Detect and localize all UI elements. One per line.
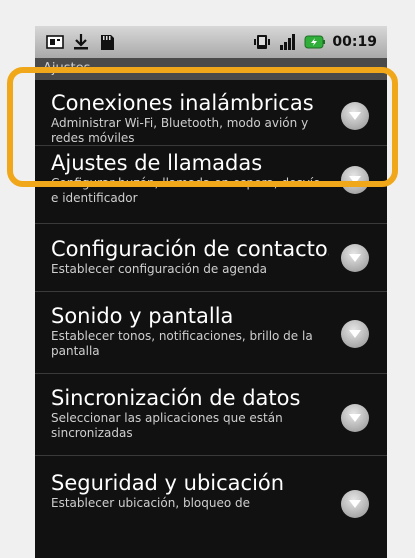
chevron-down-icon[interactable]	[341, 320, 369, 348]
settings-item-title: Conexiones inalámbricas	[51, 91, 314, 115]
settings-item-subtitle: Establecer ubicación, bloqueo de	[51, 496, 251, 510]
settings-item-subtitle: Configurar buzón, llamada en espera, des…	[51, 176, 321, 205]
settings-item-sound-display[interactable]: Sonido y pantalla Establecer tonos, noti…	[35, 292, 387, 374]
settings-item-security-location[interactable]: Seguridad y ubicación Establecer ubicaci…	[35, 456, 387, 536]
status-bar: 00:19	[35, 26, 387, 58]
settings-item-subtitle: Establecer configuración de agenda	[51, 262, 268, 276]
chevron-down-icon[interactable]	[341, 166, 369, 194]
status-bar-left	[45, 32, 117, 52]
settings-item-title: Seguridad y ubicación	[51, 471, 285, 495]
battery-charging-icon	[304, 32, 326, 52]
settings-item-subtitle: Establecer tonos, notificaciones, brillo…	[51, 329, 313, 358]
settings-item-data-sync[interactable]: Sincronización de datos Seleccionar las …	[35, 374, 387, 456]
download-icon	[71, 32, 91, 52]
vibrate-icon	[252, 32, 272, 52]
chevron-down-icon[interactable]	[341, 102, 369, 130]
chevron-down-icon[interactable]	[341, 244, 369, 272]
phone-screen: 00:19 Ajustes Conexiones inalámbricas Ad…	[35, 26, 387, 558]
sd-card-icon	[97, 32, 117, 52]
status-bar-right: 00:19	[252, 32, 377, 52]
settings-item-title: Sonido y pantalla	[51, 304, 234, 328]
settings-item-title: Configuración de contactos	[51, 237, 329, 261]
settings-item-subtitle: Seleccionar las aplicaciones que están s…	[51, 411, 283, 440]
settings-item-contacts[interactable]: Configuración de contactos Establecer co…	[35, 224, 387, 292]
settings-list: Conexiones inalámbricas Administrar Wi-F…	[35, 80, 387, 536]
chevron-down-icon[interactable]	[341, 490, 369, 518]
settings-item-title: Sincronización de datos	[51, 386, 301, 410]
title-bar: Ajustes	[35, 58, 387, 80]
clock: 00:19	[332, 34, 377, 50]
settings-item-wireless[interactable]: Conexiones inalámbricas Administrar Wi-F…	[35, 80, 387, 146]
settings-item-subtitle: Administrar Wi-Fi, Bluetooth, modo avión…	[51, 116, 309, 145]
signal-icon	[278, 32, 298, 52]
settings-item-title: Ajustes de llamadas	[51, 151, 263, 175]
sim-card-icon	[45, 32, 65, 52]
chevron-down-icon[interactable]	[341, 404, 369, 432]
settings-item-calls[interactable]: Ajustes de llamadas Configurar buzón, ll…	[35, 146, 387, 224]
